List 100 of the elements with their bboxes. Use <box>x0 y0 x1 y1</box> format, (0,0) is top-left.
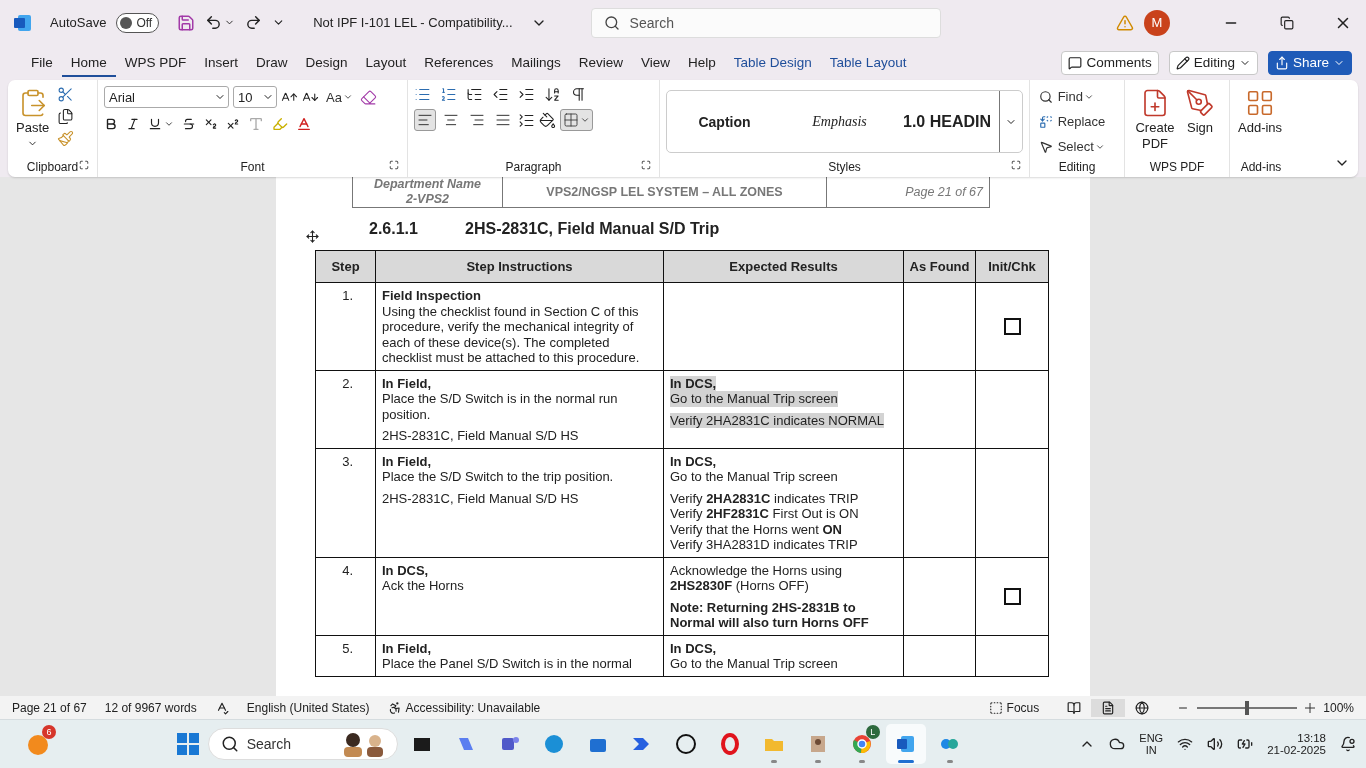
taskbar-search-field[interactable]: Search <box>207 728 398 760</box>
menu-tab[interactable]: Table Layout <box>820 48 916 77</box>
style-item[interactable]: Caption <box>667 113 782 130</box>
page-count[interactable]: Page 21 of 67 <box>12 700 87 715</box>
taskbar-app-button[interactable] <box>885 724 926 764</box>
menu-tab[interactable]: Mailings <box>502 48 570 77</box>
step-number: 4. <box>342 562 353 578</box>
menu-tab[interactable]: Review <box>569 48 632 77</box>
word-count[interactable]: 12 of 9967 words <box>104 700 197 715</box>
style-item[interactable]: 1.0 HEADIN <box>897 112 997 131</box>
change-case-button[interactable]: Aa <box>323 86 356 108</box>
decrease-indent-icon[interactable] <box>492 86 509 103</box>
align-left-button[interactable] <box>414 109 436 131</box>
menu-tab[interactable]: Home <box>61 48 116 77</box>
menu-tab[interactable]: References <box>415 48 503 77</box>
menu-tab[interactable]: Design <box>296 48 357 77</box>
comments-button[interactable]: Comments <box>1061 50 1159 75</box>
menu-tab[interactable]: Table Design <box>724 48 821 77</box>
undo-icon[interactable] <box>205 14 223 31</box>
menu-tab[interactable]: Layout <box>356 48 416 77</box>
italic-icon[interactable] <box>126 117 140 131</box>
dialog-launcher-icon[interactable] <box>389 160 399 170</box>
clock-date[interactable]: 21-02-2025 <box>1267 744 1326 756</box>
input-region[interactable]: IN <box>1145 744 1157 756</box>
strikethrough-icon[interactable] <box>182 117 196 131</box>
clock-time[interactable]: 13:18 <box>1297 732 1326 744</box>
shading-icon[interactable] <box>539 111 556 129</box>
input-language[interactable]: ENG <box>1139 732 1164 744</box>
redo-icon[interactable] <box>245 14 263 31</box>
dialog-launcher-icon[interactable] <box>79 160 89 170</box>
editing-button[interactable]: Editing <box>1168 50 1258 75</box>
style-item[interactable]: Emphasis <box>782 113 897 130</box>
focus-button[interactable]: Focus <box>1006 700 1040 715</box>
menu-tab[interactable]: Help <box>679 48 725 77</box>
menu-tab[interactable]: View <box>632 48 680 77</box>
restore-icon[interactable] <box>1280 15 1294 30</box>
font-color-icon[interactable] <box>296 116 312 132</box>
cloud-sync-icon[interactable] <box>1109 736 1126 752</box>
replace-button[interactable]: Replace <box>1036 111 1109 132</box>
sign-button[interactable]: Sign <box>1183 86 1217 157</box>
accessibility-icon[interactable] <box>387 700 402 715</box>
caret-icon <box>342 92 353 102</box>
multilevel-list-icon[interactable] <box>466 86 483 103</box>
table-handle-icon[interactable] <box>306 229 319 243</box>
font-name-field[interactable]: Arial <box>104 86 229 108</box>
focus-icon[interactable] <box>988 700 1003 715</box>
borders-button[interactable] <box>560 109 593 131</box>
notifications-icon[interactable] <box>1340 736 1356 752</box>
header-text: 2-VPS2 <box>405 192 450 207</box>
numbering-icon[interactable] <box>440 86 457 103</box>
cell-text: Place the S/D Switch is in the normal run position. <box>382 391 619 422</box>
volume-icon[interactable] <box>1207 736 1224 752</box>
dialog-launcher-icon[interactable] <box>1011 160 1021 170</box>
language-status[interactable]: English (United States) <box>246 700 370 715</box>
increase-indent-icon[interactable] <box>518 86 535 103</box>
search-icon <box>1039 89 1053 104</box>
menu-tab[interactable]: Insert <box>195 48 248 77</box>
search-field[interactable]: Search <box>590 7 941 38</box>
clear-format-icon[interactable] <box>359 88 377 106</box>
weather-button[interactable]: 6 <box>18 724 58 764</box>
share-button[interactable]: Share <box>1267 50 1352 75</box>
cell-text: 2HS-2831C, Field Manual S/D HS <box>382 490 579 506</box>
paste-button[interactable]: Paste <box>14 86 52 157</box>
avatar[interactable]: M <box>1144 9 1170 36</box>
add-ins-button[interactable]: Add-ins <box>1236 86 1285 157</box>
taskbar-app-button[interactable]: L <box>841 724 882 764</box>
create-pdf-button[interactable]: Create PDF <box>1131 86 1179 157</box>
sort-icon[interactable] <box>544 86 561 103</box>
print-view-button[interactable] <box>1091 698 1126 717</box>
checkbox[interactable] <box>1003 588 1021 605</box>
autosave-toggle[interactable]: Off <box>116 12 160 33</box>
wifi-icon[interactable] <box>1177 736 1194 752</box>
format-painter-icon[interactable] <box>57 130 75 147</box>
save-icon[interactable] <box>177 13 196 32</box>
font-size-field[interactable]: 10 <box>233 86 277 108</box>
bullets-icon[interactable] <box>414 86 431 103</box>
zoom-level[interactable]: 100% <box>1323 700 1354 715</box>
bold-icon[interactable] <box>104 117 118 131</box>
accessibility-status[interactable]: Accessibility: Unavailable <box>405 700 541 715</box>
line-spacing-icon[interactable] <box>518 111 535 129</box>
select-button[interactable]: Select <box>1036 136 1108 157</box>
cell-text: Go to the Manual Trip screen <box>670 656 838 672</box>
copy-icon[interactable] <box>57 108 75 125</box>
dialog-launcher-icon[interactable] <box>641 160 651 170</box>
battery-icon[interactable] <box>1237 736 1254 752</box>
find-button[interactable]: Find <box>1036 86 1097 107</box>
search-icon <box>603 14 620 31</box>
cut-icon[interactable] <box>57 86 75 103</box>
pilcrow-icon[interactable] <box>570 86 587 103</box>
zoom-thumb[interactable] <box>1245 700 1250 715</box>
menu-tab[interactable]: WPS PDF <box>115 48 196 77</box>
superscript-icon[interactable] <box>226 117 240 131</box>
underline-icon[interactable] <box>148 117 162 131</box>
menu-tab[interactable]: File <box>22 48 62 77</box>
checkbox[interactable] <box>1003 318 1021 336</box>
menu-tab[interactable]: Draw <box>247 48 297 77</box>
align-right-icon <box>469 112 485 128</box>
styles-gallery[interactable]: Caption Emphasis 1.0 HEADIN <box>666 90 1023 153</box>
read-view-icon <box>1067 700 1082 715</box>
subscript-icon[interactable] <box>204 117 218 131</box>
